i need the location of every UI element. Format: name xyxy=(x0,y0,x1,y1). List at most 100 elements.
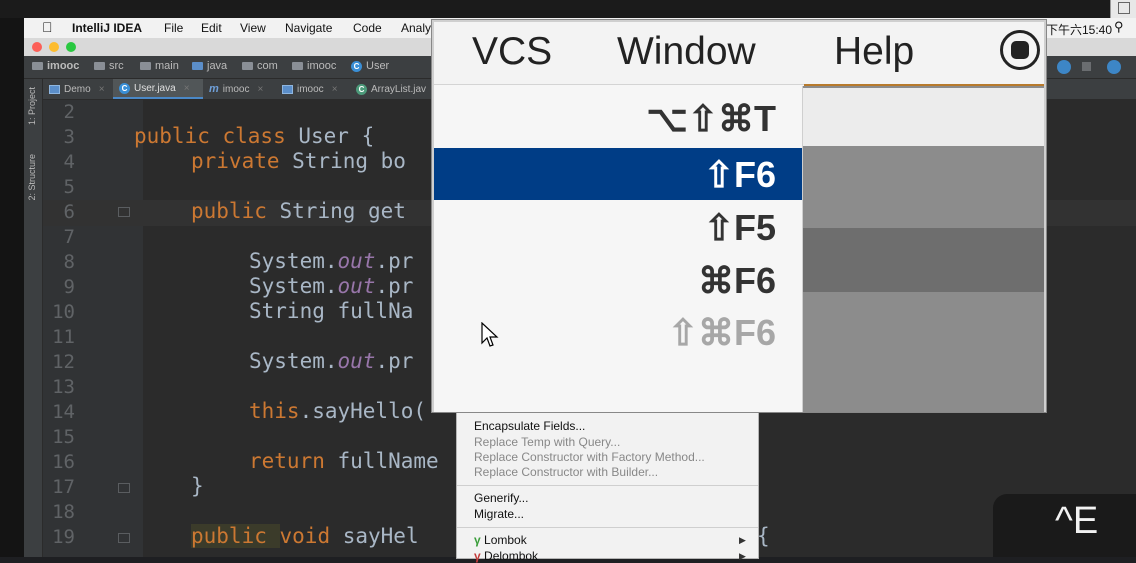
code-line: } xyxy=(191,474,204,498)
breadcrumb-item[interactable]: java xyxy=(192,60,227,72)
zoomed-shortcut-list: ⌥⇧⌘T ⇧F6 ⇧F5 ⌘F6 ⇧⌘F6 xyxy=(434,86,803,412)
code-line: String fullNa xyxy=(249,299,414,323)
code-line: private String bo xyxy=(191,149,406,173)
class-icon: C xyxy=(351,60,362,72)
breadcrumb-item[interactable]: com xyxy=(242,60,278,72)
folder-icon xyxy=(192,62,203,70)
line-number: 13 xyxy=(52,376,75,398)
code-line: public String get xyxy=(191,199,406,223)
window-corner-button[interactable] xyxy=(1110,0,1136,18)
breadcrumb-item[interactable]: C User xyxy=(351,60,389,72)
menu-help[interactable]: Help xyxy=(834,30,914,74)
stop-icon[interactable] xyxy=(1082,62,1091,71)
folder-icon xyxy=(242,62,253,70)
menu-file[interactable]: File xyxy=(164,21,183,35)
menu-vcs[interactable]: VCS xyxy=(472,30,552,74)
class-icon: C xyxy=(356,83,367,95)
tool-window-strip: 1: Project 2: Structure xyxy=(24,79,43,557)
maven-icon: m xyxy=(209,83,219,95)
help-icon[interactable] xyxy=(1057,60,1071,74)
module-icon xyxy=(282,84,293,94)
square-icon xyxy=(1118,2,1130,14)
menu-item-replace-temp[interactable]: Replace Temp with Query... xyxy=(474,435,620,449)
apple-icon[interactable]:  xyxy=(42,19,53,35)
menu-navigate[interactable]: Navigate xyxy=(285,21,332,35)
refactor-context-menu: Encapsulate Fields... Replace Temp with … xyxy=(456,410,759,563)
folder-icon xyxy=(32,62,43,70)
close-icon[interactable]: × xyxy=(99,84,105,95)
folder-icon xyxy=(94,62,105,70)
menu-item-replace-constructor-builder[interactable]: Replace Constructor with Builder... xyxy=(474,465,658,479)
tab-demo[interactable]: Demo × xyxy=(43,79,113,99)
line-number: 10 xyxy=(52,301,75,323)
help-icon[interactable] xyxy=(1107,60,1121,74)
line-number: 19 xyxy=(52,526,75,548)
screen-top-strip xyxy=(0,0,1136,18)
folder-icon xyxy=(140,62,151,70)
code-brace: { xyxy=(757,524,770,548)
structure-tool-button[interactable]: 2: Structure xyxy=(27,154,37,201)
code-line: this.sayHello( xyxy=(249,399,427,423)
zoom-magnifier-overlay: VCS Window Help ⌥⇧⌘T ⇧F6 ⇧F5 ⌘F6 ⇧⌘F6 xyxy=(432,20,1046,412)
menu-item-migrate[interactable]: Migrate... xyxy=(474,507,524,521)
menu-separator xyxy=(457,527,758,528)
line-number: 3 xyxy=(63,126,75,148)
menu-window[interactable]: Window xyxy=(617,30,756,74)
line-number: 8 xyxy=(63,251,75,273)
code-line: public void sayHel xyxy=(191,524,419,548)
fold-icon[interactable] xyxy=(118,207,130,217)
close-window-icon[interactable] xyxy=(32,42,42,52)
app-menu[interactable]: IntelliJ IDEA xyxy=(72,21,142,35)
keystroke-overlay: ^E xyxy=(993,494,1136,557)
zoomed-menubar: VCS Window Help xyxy=(434,22,1044,85)
menu-item-replace-constructor-factory[interactable]: Replace Constructor with Factory Method.… xyxy=(474,450,705,464)
breadcrumb-item[interactable]: imooc xyxy=(32,60,79,72)
line-number: 7 xyxy=(63,226,75,248)
code-line: return fullName xyxy=(249,449,439,473)
project-tool-button[interactable]: 1: Project xyxy=(27,87,37,125)
submenu-arrow-icon: ▶ xyxy=(739,535,746,545)
spotlight-search-icon[interactable]: ⚲ xyxy=(1114,19,1124,35)
minimize-window-icon[interactable] xyxy=(49,42,59,52)
maximize-window-icon[interactable] xyxy=(66,42,76,52)
menu-item-generify[interactable]: Generify... xyxy=(474,491,528,505)
menubar-clock: 下午六15:40 xyxy=(1046,23,1113,37)
fold-icon[interactable] xyxy=(118,533,130,543)
shortcut-label: ⌥⇧⌘T xyxy=(646,98,776,139)
close-icon[interactable]: × xyxy=(184,83,190,94)
shortcut-label: ⇧⌘F6 xyxy=(667,312,776,353)
breadcrumb-item[interactable]: src xyxy=(94,60,124,72)
tab-imooc-maven[interactable]: m imooc × xyxy=(203,79,276,99)
menu-analyze[interactable]: Analy xyxy=(401,21,431,35)
code-line: System.out.pr xyxy=(249,274,414,298)
lombok-icon: γ xyxy=(474,533,481,547)
menu-item-delombok[interactable]: γ Delombok xyxy=(474,549,538,563)
keystroke-label: ^E xyxy=(1055,500,1099,542)
module-icon xyxy=(49,84,60,94)
menu-separator xyxy=(457,485,758,486)
menu-edit[interactable]: Edit xyxy=(201,21,222,35)
tab-imooc-module[interactable]: imooc × xyxy=(276,79,350,99)
fold-icon[interactable] xyxy=(118,483,130,493)
screen-left-margin xyxy=(0,18,24,557)
line-number: 9 xyxy=(63,276,75,298)
code-line: System.out.pr xyxy=(249,249,414,273)
line-number: 16 xyxy=(52,451,75,473)
menu-view[interactable]: View xyxy=(240,21,266,35)
line-number: 2 xyxy=(63,101,75,123)
breadcrumb-item[interactable]: main xyxy=(140,60,179,72)
tab-user-java[interactable]: C User.java × xyxy=(113,79,203,99)
menu-item-lombok[interactable]: γ Lombok xyxy=(474,533,527,547)
breadcrumb-item[interactable]: imooc xyxy=(292,60,336,72)
close-icon[interactable]: × xyxy=(332,84,338,95)
tab-arraylist[interactable]: C ArrayList.jav xyxy=(350,79,440,99)
screen-record-icon[interactable] xyxy=(1000,30,1040,70)
menu-item-encapsulate-fields[interactable]: Encapsulate Fields... xyxy=(474,419,585,433)
line-number: 15 xyxy=(52,426,75,448)
line-number: 14 xyxy=(52,401,75,423)
menu-code[interactable]: Code xyxy=(353,21,382,35)
shortcut-label: ⇧F5 xyxy=(703,207,776,248)
close-icon[interactable]: × xyxy=(257,84,263,95)
zoomed-background xyxy=(803,86,1044,412)
class-icon: C xyxy=(119,82,130,94)
